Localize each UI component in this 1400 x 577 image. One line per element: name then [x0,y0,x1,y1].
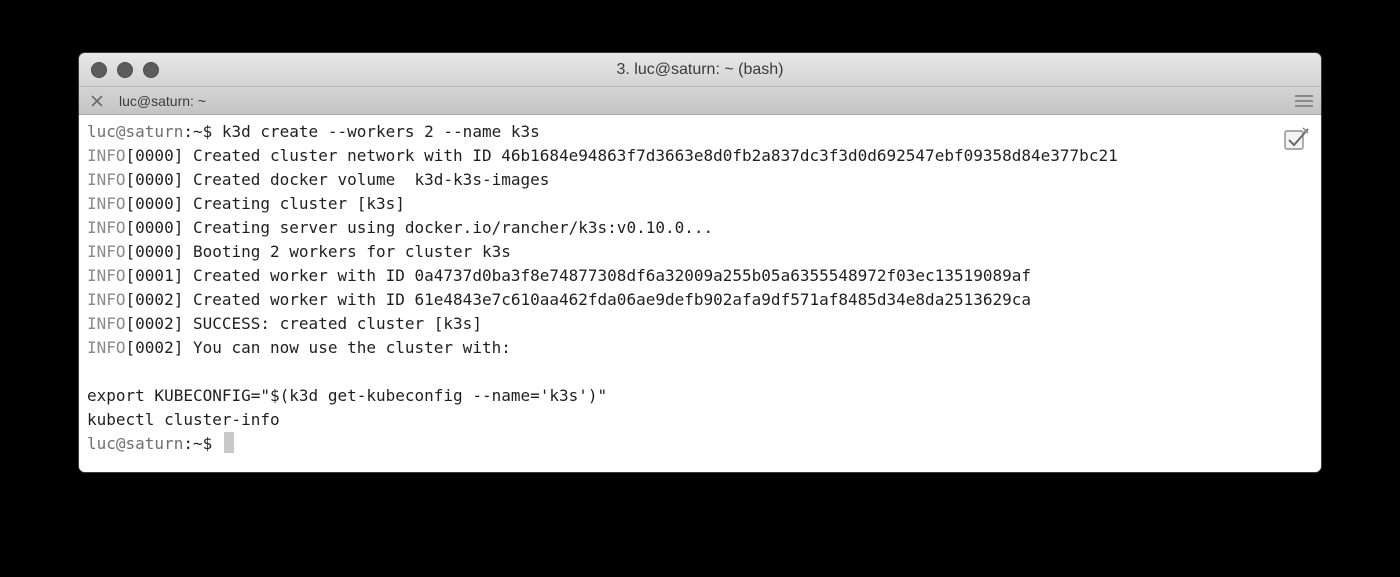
log-line: INFO[0000] Created cluster network with … [87,144,1321,168]
log-line: INFO[0002] You can now use the cluster w… [87,336,1321,360]
log-message: Booting 2 workers for cluster k3s [183,242,511,261]
command-line: luc@saturn:~$ k3d create --workers 2 --n… [87,120,1321,144]
log-line: INFO[0000] Created docker volume k3d-k3s… [87,168,1321,192]
log-message: Created cluster network with ID 46b1684e… [183,146,1118,165]
close-icon[interactable] [89,93,105,109]
title-bar[interactable]: 3. luc@saturn: ~ (bash) [79,53,1321,87]
menu-icon[interactable] [1295,94,1313,108]
log-level: INFO [87,290,126,309]
log-time: [0000] [125,194,184,213]
log-level: INFO [87,314,126,333]
prompt-suffix: :~$ [183,434,222,453]
log-line: INFO[0001] Created worker with ID 0a4737… [87,264,1321,288]
log-message: Creating cluster [k3s] [183,194,405,213]
log-message: Created worker with ID 0a4737d0ba3f8e748… [183,266,1032,285]
log-line: INFO[0000] Creating server using docker.… [87,216,1321,240]
log-time: [0000] [125,146,184,165]
instruction-line: kubectl cluster-info [87,410,280,429]
log-line: INFO[0000] Creating cluster [k3s] [87,192,1321,216]
log-message: Created docker volume k3d-k3s-images [183,170,550,189]
prompt-user: luc@saturn [87,434,184,453]
log-time: [0001] [125,266,184,285]
log-level: INFO [87,170,126,189]
log-time: [0000] [125,242,184,261]
command-text: k3d create --workers 2 --name k3s [221,122,540,141]
log-level: INFO [87,242,126,261]
log-time: [0002] [125,338,184,357]
log-time: [0000] [125,218,184,237]
log-time: [0002] [125,314,184,333]
tab-title[interactable]: luc@saturn: ~ [119,87,206,115]
terminal-output[interactable]: luc@saturn:~$ k3d create --workers 2 --n… [79,116,1321,472]
text-cursor [223,432,234,453]
log-level: INFO [87,266,126,285]
terminal-window: 3. luc@saturn: ~ (bash) luc@saturn: ~ lu… [79,53,1321,472]
log-line: INFO[0002] SUCCESS: created cluster [k3s… [87,312,1321,336]
prompt-user: luc@saturn [87,122,184,141]
log-line: INFO[0002] Created worker with ID 61e484… [87,288,1321,312]
log-message: Created worker with ID 61e4843e7c610aa46… [183,290,1032,309]
log-message: SUCCESS: created cluster [k3s] [183,314,482,333]
tab-bar: luc@saturn: ~ [79,87,1321,115]
instruction-line: export KUBECONFIG="$(k3d get-kubeconfig … [87,386,608,405]
log-level: INFO [87,218,126,237]
log-time: [0002] [125,290,184,309]
prompt-suffix: :~$ [183,122,222,141]
edit-icon[interactable] [1283,125,1311,153]
prompt-line: luc@saturn:~$ [87,432,1321,456]
log-level: INFO [87,146,126,165]
log-level: INFO [87,194,126,213]
log-message: Creating server using docker.io/rancher/… [183,218,714,237]
window-title: 3. luc@saturn: ~ (bash) [616,61,784,78]
log-message: You can now use the cluster with: [183,338,511,357]
log-time: [0000] [125,170,184,189]
log-level: INFO [87,338,126,357]
log-line: INFO[0000] Booting 2 workers for cluster… [87,240,1321,264]
